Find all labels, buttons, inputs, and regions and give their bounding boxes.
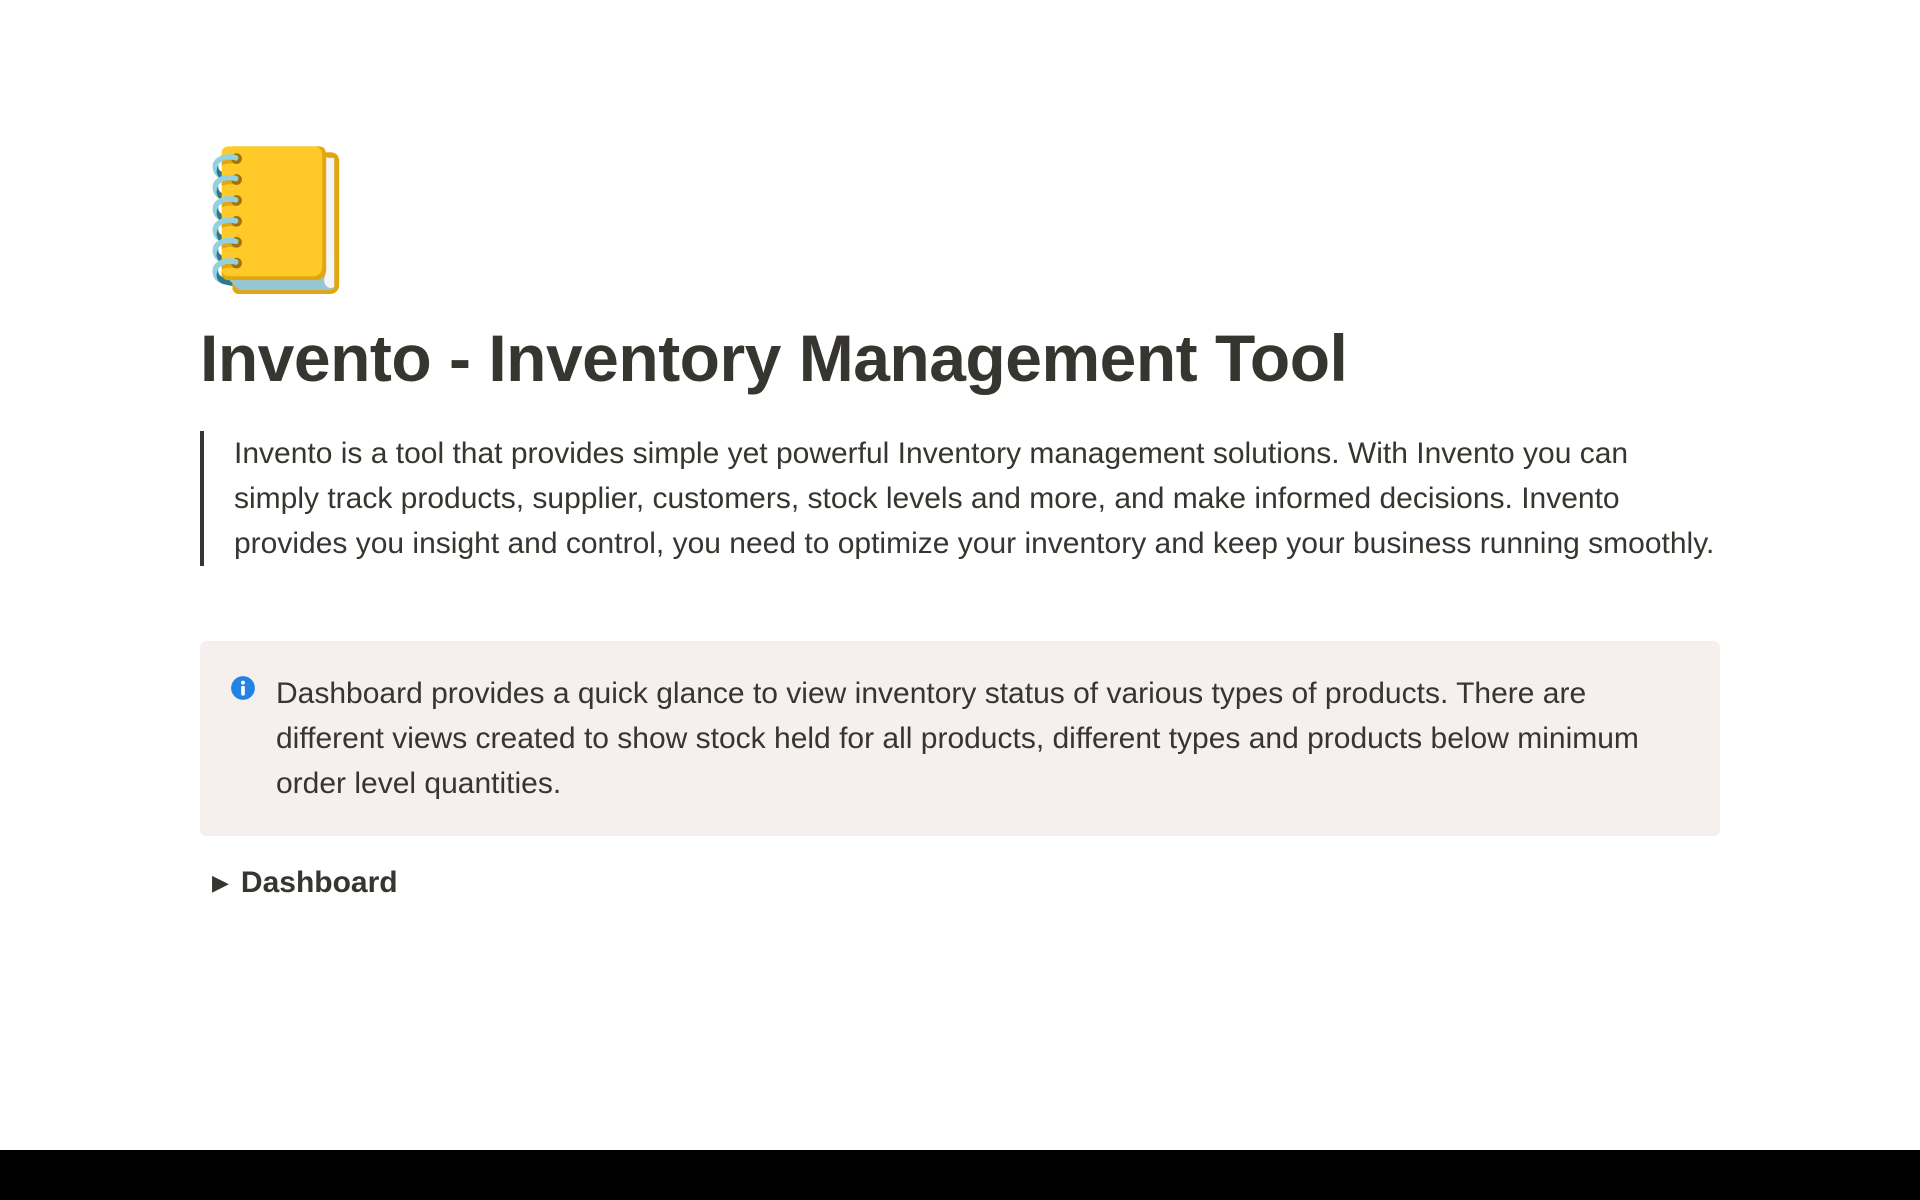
quote-block: Invento is a tool that provides simple y… [200,431,1720,566]
quote-text: Invento is a tool that provides simple y… [234,431,1720,566]
toggle-label: Dashboard [241,866,398,900]
info-icon [230,675,256,706]
page-title: Invento - Inventory Management Tool [200,320,1720,396]
bottom-bar [0,1150,1920,1200]
callout-block: Dashboard provides a quick glance to vie… [200,641,1720,836]
toggle-dashboard[interactable]: ▶ Dashboard [212,866,1720,900]
callout-text: Dashboard provides a quick glance to vie… [276,671,1690,806]
page-icon[interactable]: 📒 [190,150,1720,290]
chevron-right-icon: ▶ [212,870,229,896]
